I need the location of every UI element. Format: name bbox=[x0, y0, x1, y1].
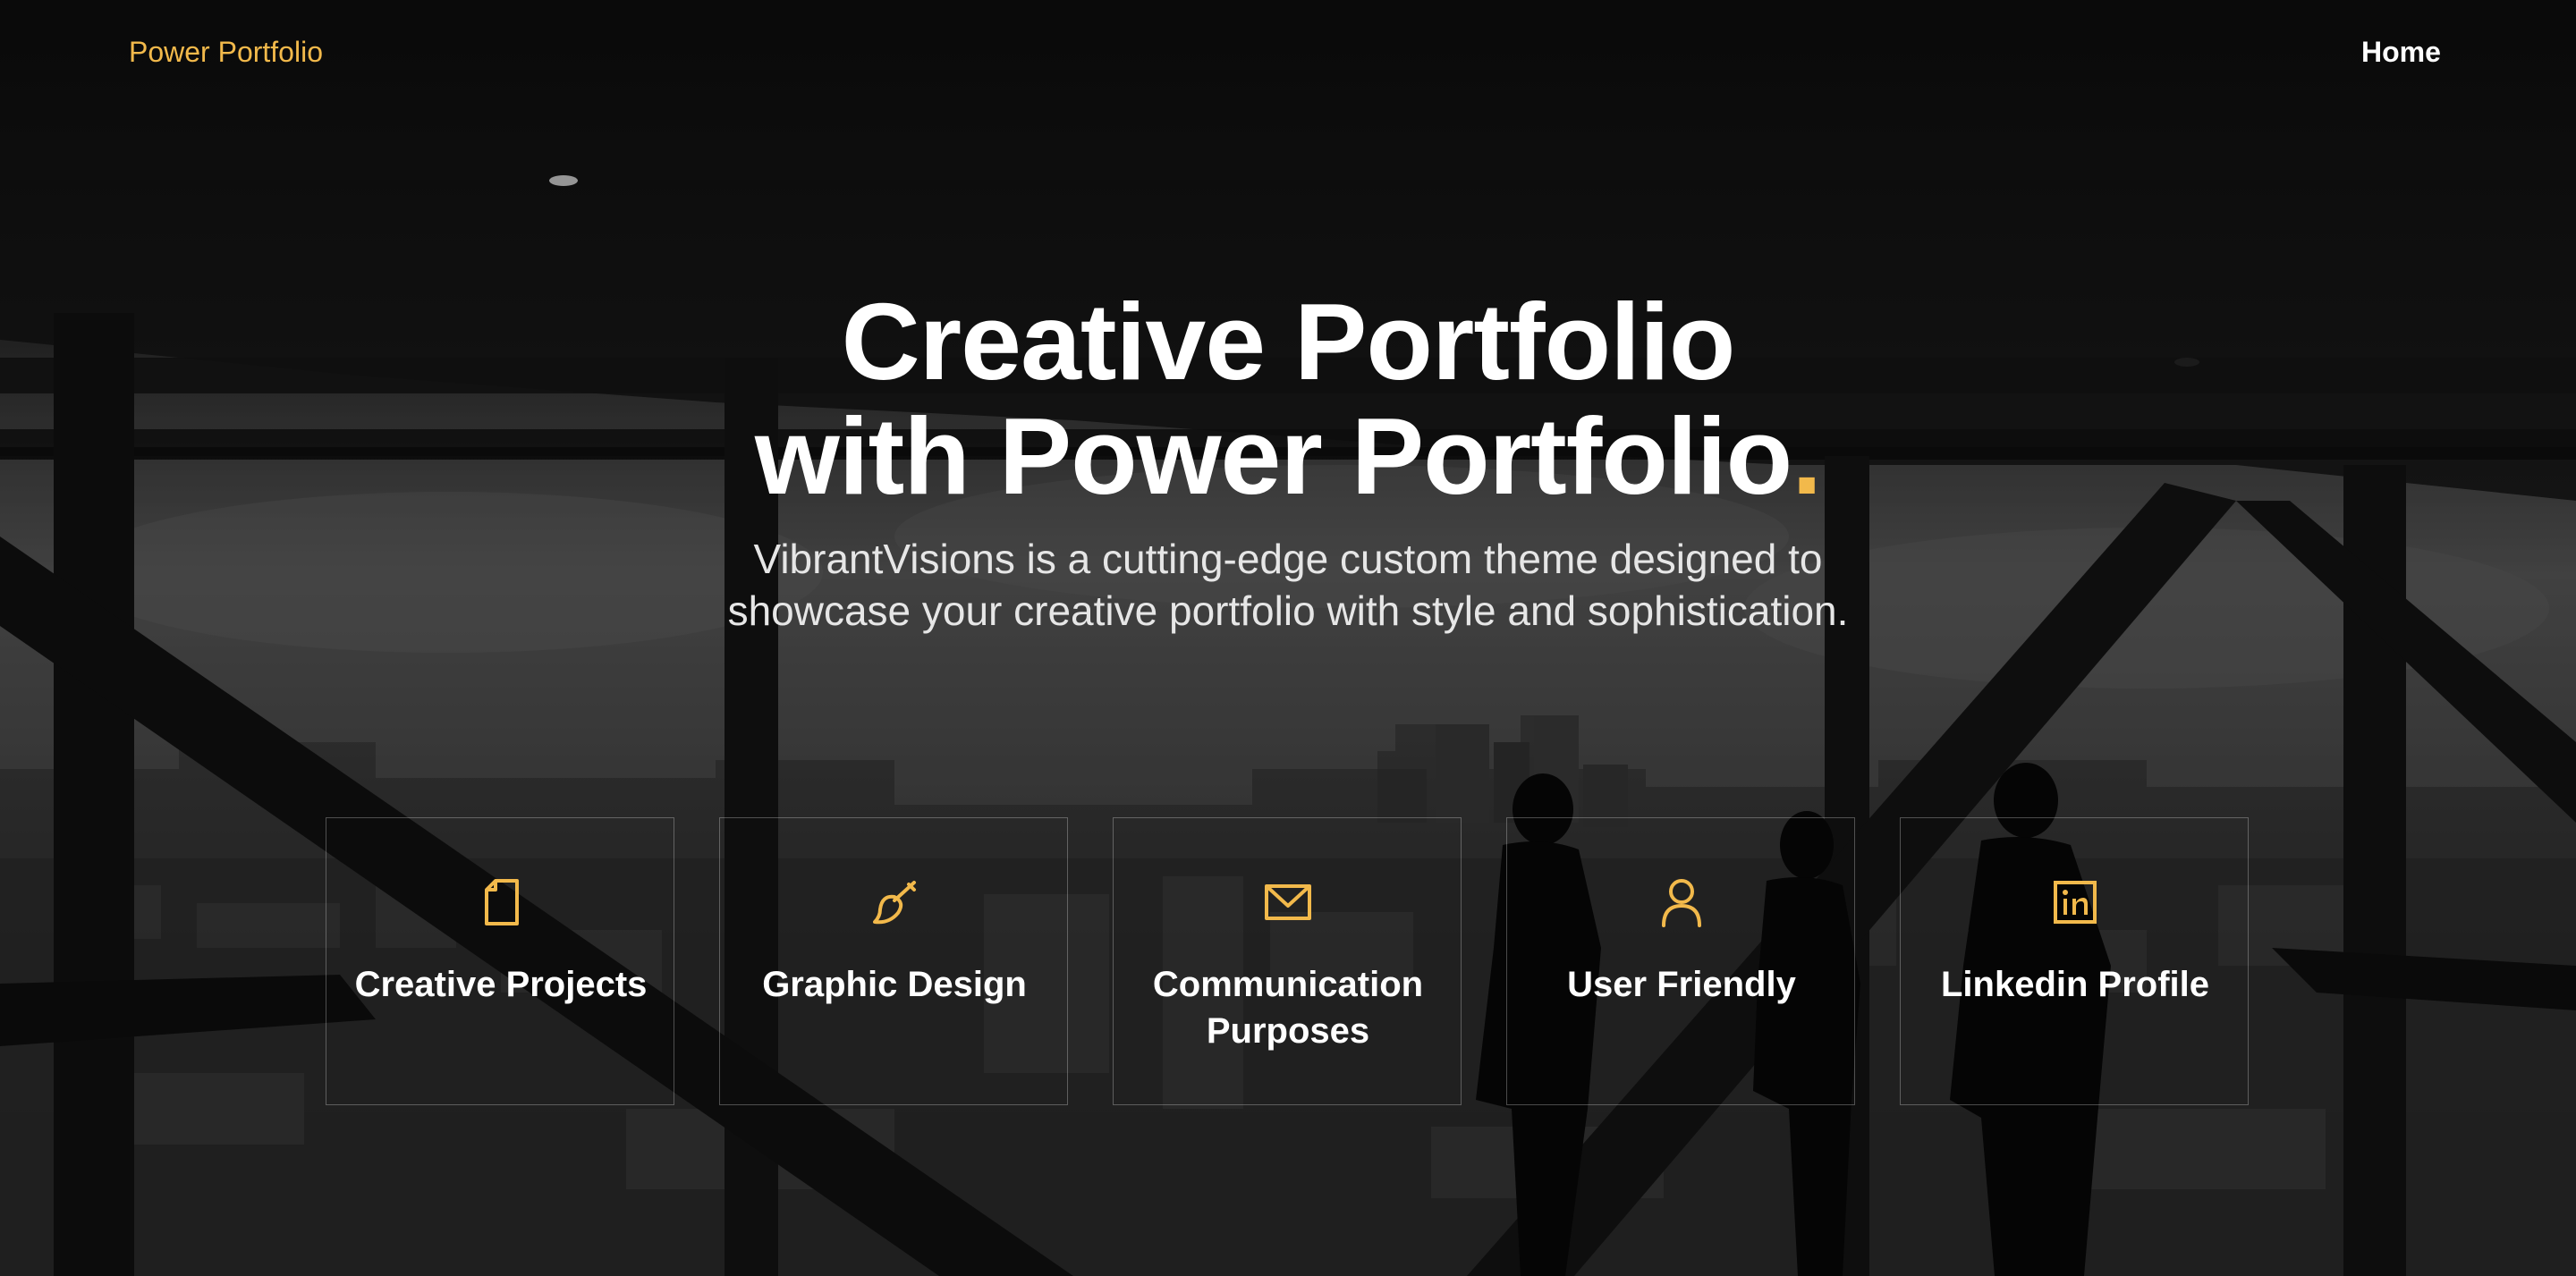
feature-label: Linkedin Profile bbox=[1940, 965, 2210, 1004]
headline-accent-dot: . bbox=[1792, 395, 1822, 517]
hero-tagline: VibrantVisions is a cutting-edge custom … bbox=[727, 536, 1849, 634]
brush-icon bbox=[873, 881, 916, 925]
feature-label: Communication Purposes bbox=[1152, 965, 1424, 1051]
linkedin-icon bbox=[2054, 881, 2097, 924]
hero-headline: Creative Portfolio with Power Portfolio. bbox=[572, 284, 2004, 513]
feature-card-graphic-design[interactable]: Graphic Design bbox=[719, 817, 1068, 1105]
feature-cards: Creative Projects Graphic Design Communi… bbox=[326, 817, 2250, 1107]
headline-line-2-text: with Power Portfolio bbox=[754, 395, 1792, 517]
feature-card-user-friendly[interactable]: User Friendly bbox=[1506, 817, 1855, 1105]
headline-line-2: with Power Portfolio. bbox=[572, 399, 2004, 513]
nav-home-link[interactable]: Home bbox=[2361, 36, 2441, 69]
page: Power Portfolio Home Creative Portfolio … bbox=[0, 0, 2576, 1276]
envelope-icon bbox=[1265, 884, 1311, 920]
feature-label: User Friendly bbox=[1567, 965, 1796, 1004]
feature-card-communication-purposes[interactable]: Communication Purposes bbox=[1113, 817, 1462, 1105]
headline-line-1: Creative Portfolio bbox=[841, 281, 1736, 402]
feature-label: Creative Projects bbox=[354, 965, 648, 1004]
feature-card-linkedin-profile[interactable]: Linkedin Profile bbox=[1900, 817, 2249, 1105]
feature-label: Graphic Design bbox=[762, 965, 1027, 1004]
user-icon bbox=[1662, 879, 1701, 927]
feature-card-creative-projects[interactable]: Creative Projects bbox=[326, 817, 674, 1105]
document-icon bbox=[485, 879, 519, 925]
brand-logo-text[interactable]: Power Portfolio bbox=[129, 36, 323, 69]
